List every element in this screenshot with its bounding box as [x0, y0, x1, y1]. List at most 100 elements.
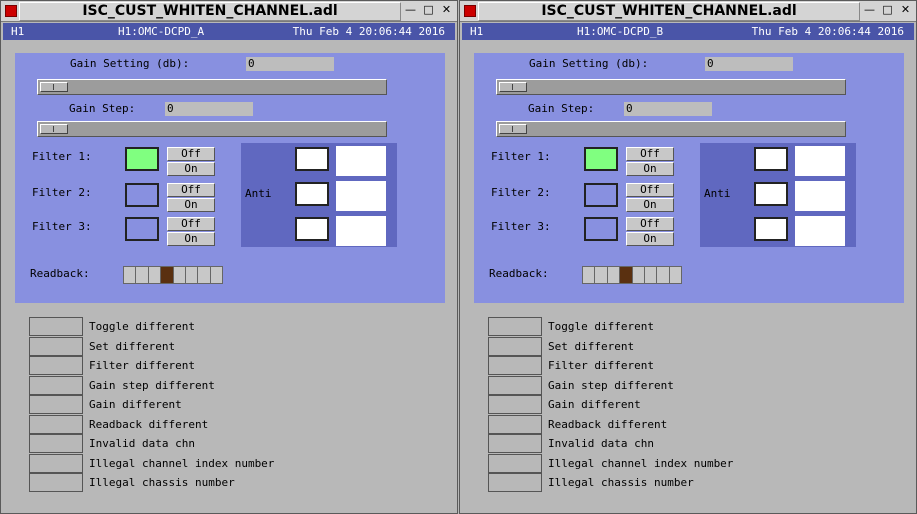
readback-label: Readback:	[30, 267, 90, 280]
minimize-icon[interactable]: —	[404, 4, 417, 17]
gain-step-field[interactable]: 0	[624, 102, 712, 116]
filter1-led	[125, 147, 159, 171]
close-icon[interactable]: ✕	[899, 4, 912, 17]
status-label: Gain step different	[89, 378, 215, 392]
anti1-display	[795, 146, 845, 176]
readback-bit	[657, 267, 670, 283]
anti-whitening-group: Anti	[241, 143, 397, 247]
status-row: Illegal chassis number	[488, 473, 908, 492]
gain-setting-slider[interactable]	[37, 79, 387, 95]
status-indicator	[488, 356, 542, 375]
status-row: Toggle different	[488, 317, 908, 336]
status-row: Illegal channel index number	[488, 453, 908, 473]
readback-bit	[620, 267, 633, 283]
readback-bit	[669, 267, 681, 283]
filter1-off-button[interactable]: Off	[167, 147, 215, 161]
gain-step-slider[interactable]	[37, 121, 387, 137]
info-bar: H1 H1:OMC-DCPD_A Thu Feb 4 20:06:44 2016	[3, 23, 455, 40]
filter1-off-button[interactable]: Off	[626, 147, 674, 161]
slider-thumb[interactable]	[40, 124, 68, 134]
gain-step-field[interactable]: 0	[165, 102, 253, 116]
filter1-label: Filter 1:	[491, 150, 551, 163]
filter2-on-button[interactable]: On	[626, 198, 674, 212]
status-label: Illegal chassis number	[89, 476, 235, 489]
status-row: Readback different	[29, 414, 449, 434]
anti1-indicator	[295, 147, 329, 171]
filter2-off-button[interactable]: Off	[626, 183, 674, 197]
gain-setting-field[interactable]: 0	[705, 57, 793, 71]
channel-label: H1:OMC-DCPD_A	[118, 25, 205, 38]
status-label: Filter different	[89, 359, 195, 372]
channel-label: H1:OMC-DCPD_B	[577, 25, 664, 38]
filter3-on-button[interactable]: On	[626, 232, 674, 246]
filter1-on-button[interactable]: On	[167, 162, 215, 176]
gain-setting-field[interactable]: 0	[246, 57, 334, 71]
filter3-led	[125, 217, 159, 241]
filter1-on-button[interactable]: On	[626, 162, 674, 176]
filter3-off-button[interactable]: Off	[626, 217, 674, 231]
anti-label: Anti	[245, 187, 272, 200]
window-menu-icon[interactable]	[464, 5, 476, 17]
filter2-led	[125, 183, 159, 207]
status-indicator	[488, 317, 542, 336]
control-panel: Gain Setting (db): 0 Gain Step: 0 Filter…	[474, 53, 904, 303]
readback-bit	[595, 267, 608, 283]
status-indicator	[29, 473, 83, 492]
filter2-label: Filter 2:	[491, 186, 551, 199]
anti-whitening-group: Anti	[700, 143, 856, 247]
status-label: Illegal channel index number	[89, 456, 275, 470]
gain-setting-slider[interactable]	[496, 79, 846, 95]
readback-bit	[173, 267, 186, 283]
title-bar: ISC_CUST_WHITEN_CHANNEL.adl — □ ✕	[1, 1, 457, 22]
window-title: ISC_CUST_WHITEN_CHANNEL.adl	[19, 2, 401, 21]
anti1-indicator	[754, 147, 788, 171]
status-row: Illegal channel index number	[29, 453, 449, 473]
status-label: Set different	[89, 339, 176, 353]
slider-thumb[interactable]	[40, 82, 68, 92]
readback-bit	[198, 267, 211, 283]
close-icon[interactable]: ✕	[440, 4, 453, 17]
readback-bit	[148, 267, 162, 283]
status-indicator	[29, 434, 83, 453]
readback-bit	[632, 267, 645, 283]
anti2-display	[795, 181, 845, 211]
status-indicator	[488, 434, 542, 453]
gain-step-label: Gain Step:	[528, 102, 595, 115]
readback-label: Readback:	[489, 267, 549, 280]
window-menu-icon[interactable]	[5, 5, 17, 17]
status-indicator	[29, 375, 83, 395]
filter2-off-button[interactable]: Off	[167, 183, 215, 197]
maximize-icon[interactable]: □	[881, 4, 894, 17]
status-row: Illegal chassis number	[29, 473, 449, 492]
gain-step-slider[interactable]	[496, 121, 846, 137]
readback-bit	[583, 267, 596, 283]
maximize-icon[interactable]: □	[422, 4, 435, 17]
anti2-indicator	[754, 182, 788, 206]
status-indicator	[488, 375, 542, 395]
readback-bits	[582, 266, 682, 284]
minimize-icon[interactable]: —	[863, 4, 876, 17]
anti1-display	[336, 146, 386, 176]
status-label: Readback different	[89, 417, 209, 431]
status-label: Invalid data chn	[89, 437, 195, 450]
filter3-off-button[interactable]: Off	[167, 217, 215, 231]
status-row: Filter different	[29, 356, 449, 375]
filter3-on-button[interactable]: On	[167, 232, 215, 246]
status-indicator	[29, 414, 83, 434]
status-row: Gain step different	[488, 375, 908, 395]
gain-setting-label: Gain Setting (db):	[529, 57, 649, 70]
filter2-on-button[interactable]: On	[167, 198, 215, 212]
control-panel: Gain Setting (db): 0 Gain Step: 0 Filter…	[15, 53, 445, 303]
status-indicator	[29, 453, 83, 473]
anti2-indicator	[295, 182, 329, 206]
slider-thumb[interactable]	[499, 124, 527, 134]
readback-bit	[607, 267, 621, 283]
site-label: H1	[11, 25, 25, 38]
status-indicator	[488, 414, 542, 434]
status-row: Invalid data chn	[29, 434, 449, 453]
status-label: Toggle different	[89, 320, 195, 333]
status-indicator	[29, 395, 83, 414]
filter2-label: Filter 2:	[32, 186, 92, 199]
slider-thumb[interactable]	[499, 82, 527, 92]
status-label: Illegal channel index number	[548, 456, 734, 470]
